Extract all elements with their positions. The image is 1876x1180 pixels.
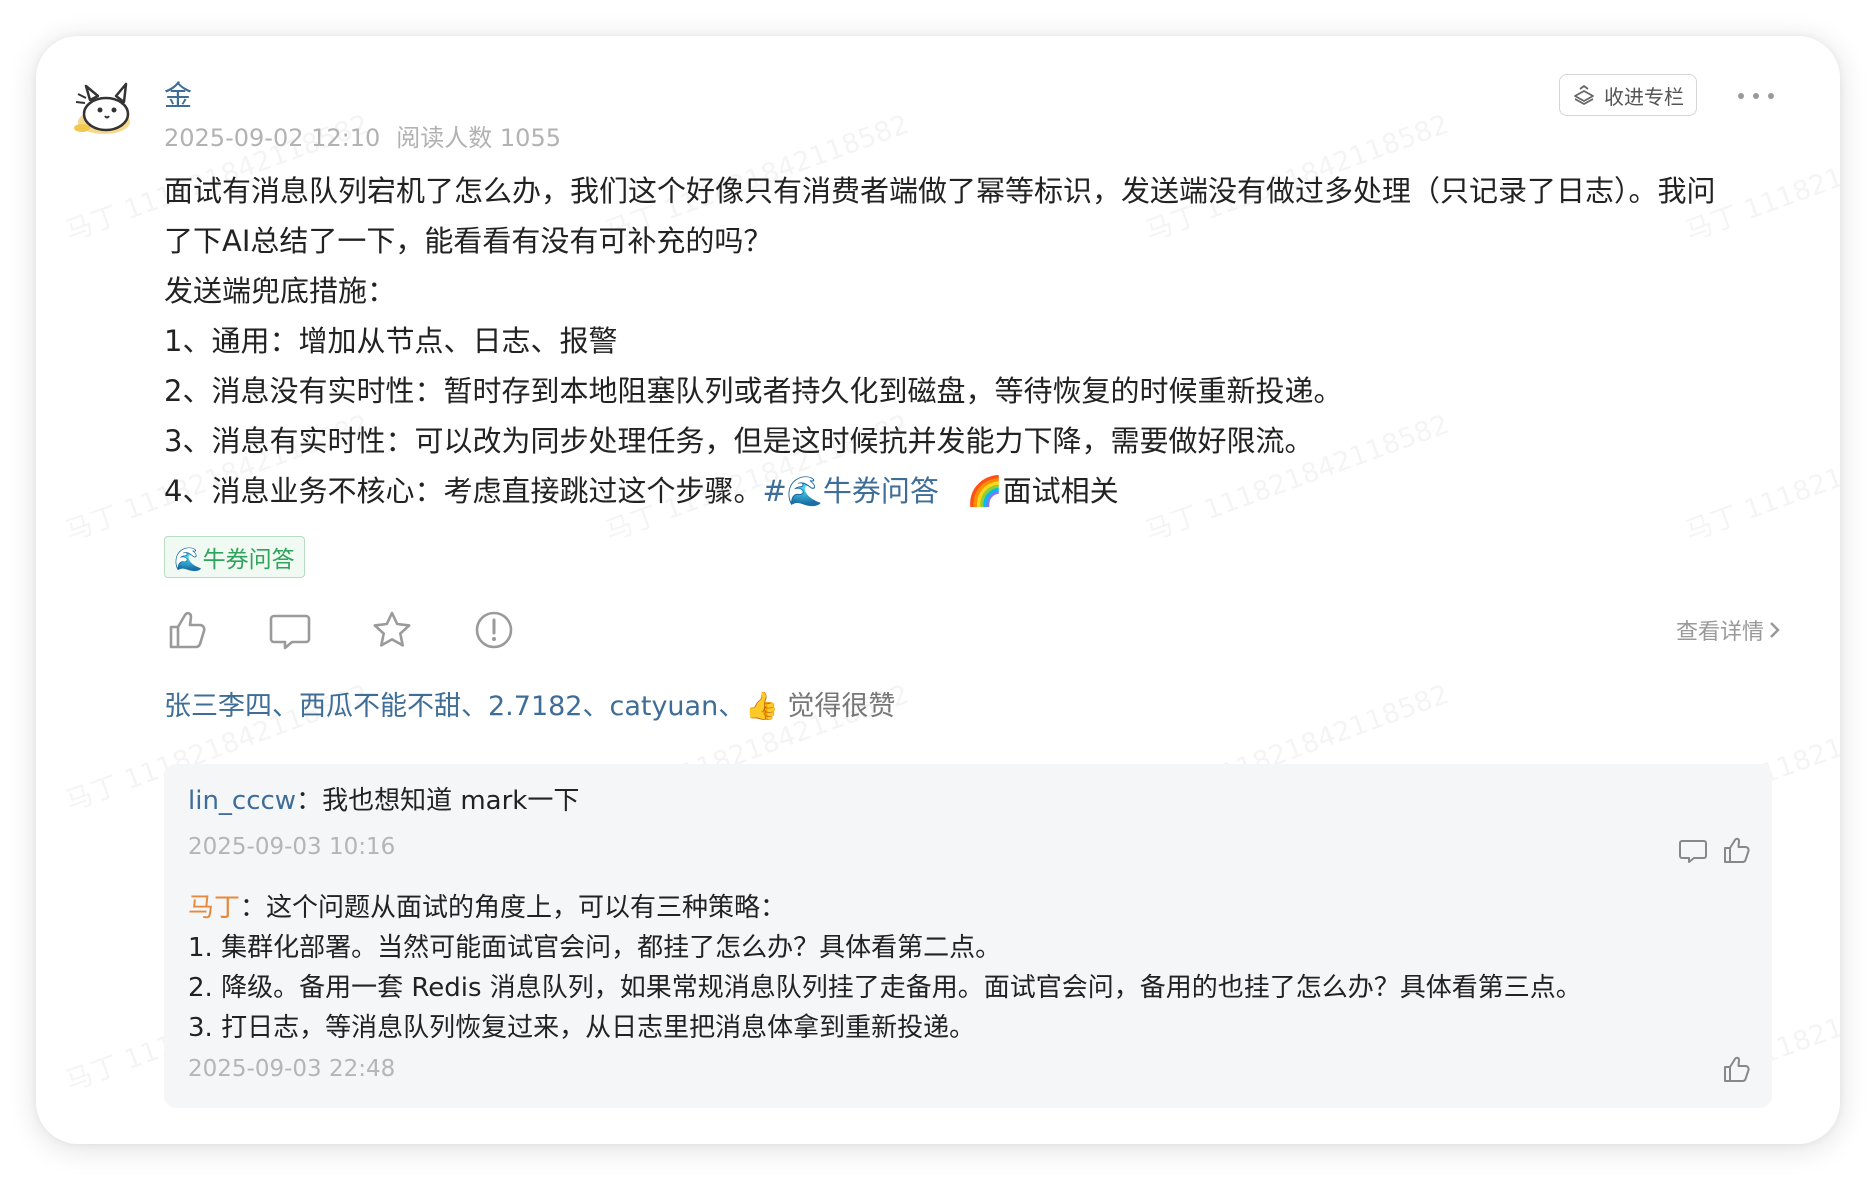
comment-separator: ： [296,786,323,816]
content-line: 发送端兜底措施： [164,274,397,308]
avatar-icon[interactable] [70,72,142,144]
comment-time: 2025-09-03 22:48 [188,1056,396,1082]
comment-icon[interactable] [268,608,312,652]
more-icon[interactable] [1738,86,1774,106]
comment-line: 3. 打日志，等消息队列恢复过来，从日志里把消息体拿到重新投递。 [188,1013,976,1043]
post-content: 面试有消息队列宕机了怎么办，我们这个好像只有消费者端做了幂等标识，发送端没有做过… [164,166,1824,516]
content-line: 2、消息没有实时性：暂时存到本地阻塞队列或者持久化到磁盘，等待恢复的时候重新投递… [164,374,1343,408]
author-name[interactable]: 金 [164,74,192,114]
collect-label: 收进专栏 [1604,84,1684,109]
comment-author[interactable]: 马丁 [188,893,240,923]
comment-text: 这个问题从面试的角度上，可以有三种策略： [266,893,787,923]
topic-tag[interactable]: 🌊牛券问答 [164,536,305,578]
read-count: 阅读人数 1055 [396,124,561,152]
chevron-right-icon [1770,622,1780,638]
comment-time: 2025-09-03 10:16 [188,834,396,860]
reply-icon[interactable] [1678,836,1708,866]
likers-list: 张三李四、西瓜不能不甜、2.7182、catyuan、👍 觉得很赞 [164,684,895,723]
thumbs-up-emoji-icon: 👍 [745,691,779,722]
collect-icon [1574,85,1594,105]
collect-button[interactable]: 收进专栏 [1559,74,1697,116]
content-line: 1、通用：增加从节点、日志、报警 [164,324,618,358]
post-card: 马丁 111821842118582 马丁 111821842118582 马丁… [36,36,1840,1144]
comment-section: lin_cccw：我也想知道 mark一下 2025-09-03 10:16 马… [164,764,1772,1108]
topic-secondary[interactable]: 🌈面试相关 [967,474,1119,508]
comment-author[interactable]: lin_cccw [188,786,296,816]
likers-suffix: 觉得很赞 [787,691,896,722]
report-icon[interactable] [472,608,516,652]
like-icon[interactable] [166,608,210,652]
likers-names[interactable]: 张三李四、西瓜不能不甜、2.7182、catyuan、 [164,691,745,722]
post-meta: 2025-09-02 12:10 阅读人数 1055 [164,118,561,153]
comment-item: 马丁：这个问题从面试的角度上，可以有三种策略： 1. 集群化部署。当然可能面试官… [188,888,1688,1048]
topic-link[interactable]: #🌊牛券问答 [762,474,938,508]
like-icon[interactable] [1722,835,1752,865]
comment-separator: ： [240,893,267,923]
content-line-last: 4、消息业务不核心：考虑直接跳过这个步骤。#🌊牛券问答 🌈面试相关 [164,466,1824,516]
like-icon[interactable] [1722,1054,1752,1084]
action-bar [166,608,516,652]
content-line: 了下AI总结了一下，能看看有没有可补充的吗？ [164,224,773,258]
post-date: 2025-09-02 12:10 [164,124,381,152]
view-detail-label: 查看详情 [1675,620,1764,645]
content-line: 3、消息有实时性：可以改为同步处理任务，但是这时候抗并发能力下降，需要做好限流。 [164,424,1314,458]
comment-item: lin_cccw：我也想知道 mark一下 [188,780,579,817]
star-icon[interactable] [370,608,414,652]
content-line-text: 4、消息业务不核心：考虑直接跳过这个步骤。 [164,474,763,508]
content-line: 面试有消息队列宕机了怎么办，我们这个好像只有消费者端做了幂等标识，发送端没有做过… [164,174,1716,208]
comment-line: 2. 降级。备用一套 Redis 消息队列，如果常规消息队列挂了走备用。面试官会… [188,973,1582,1003]
comment-text: 我也想知道 mark一下 [322,786,580,816]
view-detail-link[interactable]: 查看详情 [1676,614,1780,646]
comment-line: 1. 集群化部署。当然可能面试官会问，都挂了怎么办？具体看第二点。 [188,933,1002,963]
